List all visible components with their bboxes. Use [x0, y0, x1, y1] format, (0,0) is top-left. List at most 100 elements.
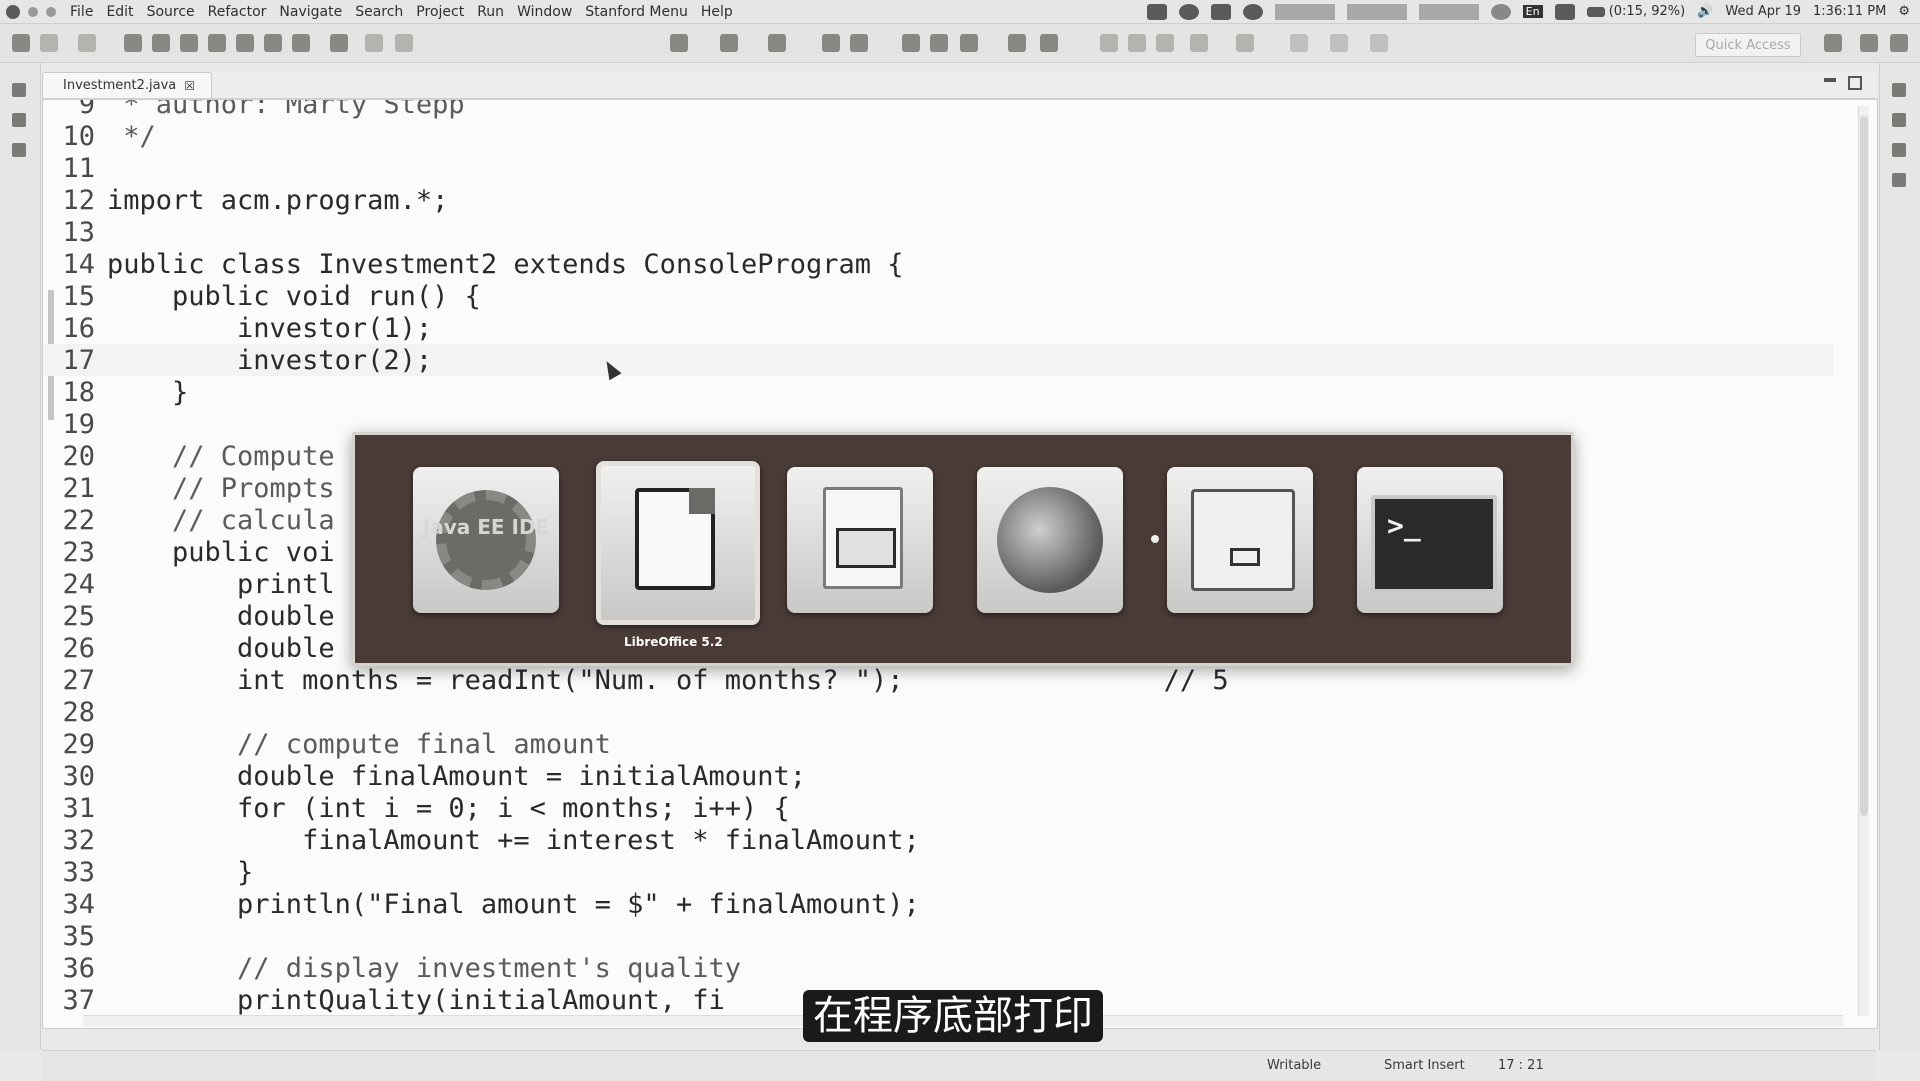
code-line[interactable]: 27 int months = readInt("Num. of months?… [43, 664, 1833, 696]
outline-icon[interactable] [1892, 83, 1906, 97]
build-icon[interactable] [152, 34, 170, 52]
prev-annotation-icon[interactable] [1236, 34, 1254, 52]
switcher-app-files[interactable] [1151, 467, 1313, 613]
code-line[interactable]: 28 [43, 696, 1833, 728]
recorder-icon[interactable] [1146, 3, 1167, 20]
mail-icon[interactable] [1554, 3, 1575, 20]
minimize-editor-icon[interactable] [1824, 78, 1836, 82]
package-explorer-icon[interactable] [12, 83, 26, 97]
pin-icon[interactable] [960, 34, 978, 52]
java-icon[interactable] [236, 34, 254, 52]
word-wrap-icon[interactable] [1156, 34, 1174, 52]
tools-icon[interactable] [330, 34, 348, 52]
vertical-scrollbar[interactable] [1858, 106, 1869, 1016]
code-line[interactable]: 34 println("Final amount = $" + finalAmo… [43, 888, 1833, 920]
do-not-disturb-icon[interactable] [1242, 3, 1263, 20]
battery-indicator[interactable]: (0:15, 92%) [1586, 4, 1685, 19]
switcher-app-java-ee[interactable]: Java EE IDE [413, 467, 559, 613]
problems-icon[interactable] [1892, 173, 1906, 187]
package-icon[interactable] [264, 34, 282, 52]
app-switcher[interactable]: Java EE IDE LibreOffice 5.2 >_ [352, 432, 1574, 666]
menu-stanford[interactable]: Stanford Menu [585, 4, 688, 20]
last-edit-icon[interactable] [1370, 34, 1388, 52]
code-line[interactable]: 15 public void run() { [43, 280, 1833, 312]
menu-file[interactable]: File [70, 4, 93, 20]
new-icon[interactable] [12, 34, 30, 52]
time-label[interactable]: 1:36:11 PM [1813, 4, 1886, 19]
maximize-icon[interactable] [46, 6, 56, 17]
next-annotation-icon[interactable] [1190, 34, 1208, 52]
code-line[interactable]: 29 // compute final amount [43, 728, 1833, 760]
pin-editor-icon[interactable] [1008, 34, 1026, 52]
save-all-icon[interactable] [78, 34, 96, 52]
switcher-app-impress[interactable] [787, 467, 933, 613]
wifi-icon[interactable] [1490, 3, 1511, 20]
switcher-app-terminal[interactable]: >_ [1357, 467, 1503, 613]
code-line[interactable]: 10 */ [43, 120, 1833, 152]
code-line[interactable]: 32 finalAmount += interest * finalAmount… [43, 824, 1833, 856]
code-line[interactable]: 13 [43, 216, 1833, 248]
print-icon[interactable] [124, 34, 142, 52]
code-line[interactable]: 9 * author: Marty Stepp [43, 100, 1833, 120]
menu-edit[interactable]: Edit [106, 4, 133, 20]
highlight-icon[interactable] [1040, 34, 1058, 52]
menu-help[interactable]: Help [701, 4, 733, 20]
block-select-icon[interactable] [1128, 34, 1146, 52]
tab-investment2-java[interactable]: Investment2.java ☒ [42, 72, 212, 98]
switcher-app-firefox[interactable] [977, 467, 1123, 613]
menu-project[interactable]: Project [416, 4, 464, 20]
back-icon[interactable] [1290, 34, 1308, 52]
settings-gear-icon[interactable]: ⚙ [1898, 4, 1910, 19]
maximize-editor-icon[interactable] [1848, 76, 1862, 90]
console-icon[interactable] [1892, 143, 1906, 157]
run-icon[interactable] [208, 34, 226, 52]
menu-search[interactable]: Search [355, 4, 403, 20]
class-icon[interactable] [292, 34, 310, 52]
volume-icon[interactable]: 🔊 [1697, 4, 1713, 19]
keyboard-language[interactable]: En [1522, 5, 1543, 18]
code-line[interactable]: 11 [43, 152, 1833, 184]
java-perspective-icon[interactable] [1860, 34, 1878, 52]
scroll-thumb[interactable] [1860, 116, 1868, 816]
code-line[interactable]: 33 } [43, 856, 1833, 888]
code-line[interactable]: 17 investor(2); [43, 344, 1833, 376]
menu-source[interactable]: Source [147, 4, 195, 20]
code-line[interactable]: 36 // display investment's quality [43, 952, 1833, 984]
debug-icon[interactable] [180, 34, 198, 52]
show-whitespace-icon[interactable] [1100, 34, 1118, 52]
code-line[interactable]: 16 investor(1); [43, 312, 1833, 344]
junit-icon[interactable] [12, 143, 26, 157]
open-perspective-icon[interactable] [1824, 34, 1842, 52]
external-tools-icon[interactable] [670, 34, 688, 52]
dropbox-icon[interactable] [1210, 3, 1231, 20]
search-icon[interactable] [768, 34, 786, 52]
code-line[interactable]: 31 for (int i = 0; i < months; i++) { [43, 792, 1833, 824]
code-line[interactable]: 35 [43, 920, 1833, 952]
task-list-icon[interactable] [1892, 113, 1906, 127]
code-line[interactable]: 18 } [43, 376, 1833, 408]
app-menu-icon[interactable] [6, 4, 20, 19]
code-line[interactable]: 30 double finalAmount = initialAmount; [43, 760, 1833, 792]
tab-close-icon[interactable]: ☒ [184, 79, 195, 93]
open-type-icon[interactable] [822, 34, 840, 52]
code-line[interactable]: 14 public class Investment2 extends Conso… [43, 248, 1833, 280]
debug-perspective-icon[interactable] [1890, 34, 1908, 52]
forward-icon[interactable] [1330, 34, 1348, 52]
menu-window[interactable]: Window [517, 4, 572, 20]
menu-navigate[interactable]: Navigate [279, 4, 342, 20]
menu-refactor[interactable]: Refactor [208, 4, 267, 20]
minimize-icon[interactable] [28, 6, 38, 17]
coverage-icon[interactable] [902, 34, 920, 52]
open-resource-icon[interactable] [850, 34, 868, 52]
switcher-app-libreoffice[interactable] [596, 461, 760, 625]
annotation-icon[interactable] [930, 34, 948, 52]
sync-icon[interactable] [1178, 3, 1199, 20]
save-icon[interactable] [40, 34, 58, 52]
menu-run[interactable]: Run [477, 4, 504, 20]
hierarchy-icon[interactable] [12, 113, 26, 127]
date-label[interactable]: Wed Apr 19 [1725, 4, 1801, 19]
debug-run-icon[interactable] [720, 34, 738, 52]
quick-access-input[interactable]: Quick Access [1695, 33, 1801, 57]
refresh-icon[interactable] [395, 34, 413, 52]
code-line[interactable]: 12 import acm.program.*; [43, 184, 1833, 216]
